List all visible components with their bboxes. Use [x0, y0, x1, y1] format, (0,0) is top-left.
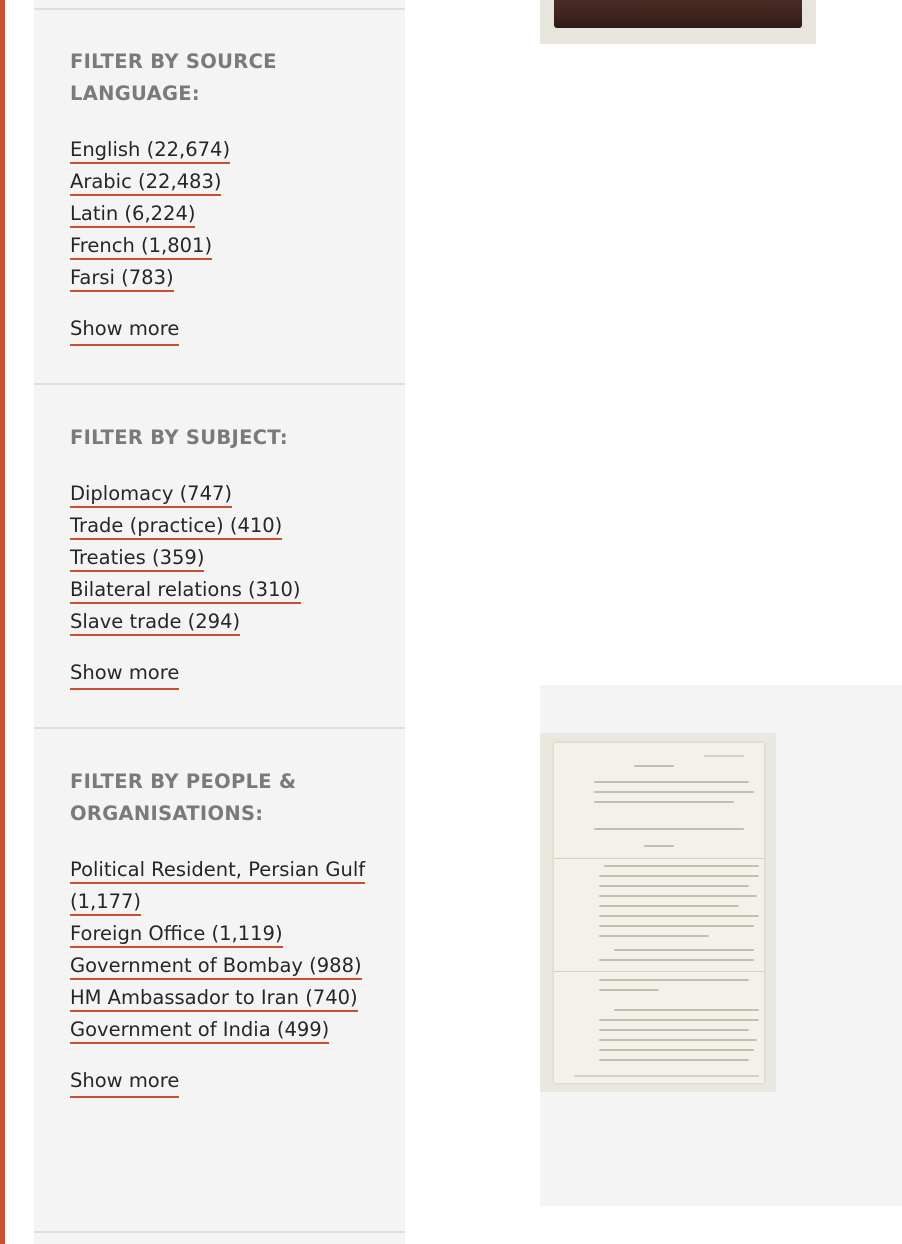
handwriting-line [599, 1039, 757, 1041]
show-more-people-organisations-button[interactable]: Show more [70, 1066, 180, 1098]
filter-list-people-organisations: Political Resident, Persian Gulf (1,177)… [70, 854, 370, 1046]
filter-heading-source-language: FILTER BY SOURCE LANGUAGE: [70, 50, 277, 105]
list-item: Arabic (22,483) [70, 166, 370, 198]
filter-link-treaties[interactable]: Treaties (359) [70, 546, 205, 572]
result-thumbnail-top[interactable] [540, 0, 816, 44]
filter-people-organisations: FILTER BY PEOPLE & ORGANISATIONS: Politi… [70, 766, 370, 1098]
accent-bar [0, 0, 5, 1244]
handwriting-line [594, 801, 734, 803]
filter-link-trade[interactable]: Trade (practice) (410) [70, 514, 283, 540]
handwriting-line [599, 895, 757, 897]
paper-fold-line [554, 971, 764, 972]
list-item: Farsi (783) [70, 262, 370, 294]
list-item: French (1,801) [70, 230, 370, 262]
filter-link-bilateral-relations[interactable]: Bilateral relations (310) [70, 578, 301, 604]
result-card[interactable] [540, 685, 902, 1206]
handwriting-line [599, 1059, 749, 1061]
filter-link-latin[interactable]: Latin (6,224) [70, 202, 196, 228]
list-item: Diplomacy (747) [70, 478, 370, 510]
handwriting-line [614, 949, 754, 951]
list-item: Trade (practice) (410) [70, 510, 370, 542]
list-item: Treaties (359) [70, 542, 370, 574]
show-more-subject-button[interactable]: Show more [70, 658, 180, 690]
handwriting-line [574, 1075, 759, 1077]
handwriting-line [599, 915, 759, 917]
handwriting-line [594, 781, 749, 783]
filter-subject: FILTER BY SUBJECT: Diplomacy (747) Trade… [70, 422, 370, 690]
filter-link-government-of-india[interactable]: Government of India (499) [70, 1018, 330, 1044]
handwriting-line [644, 845, 674, 847]
section-divider [34, 8, 405, 10]
filter-link-slave-trade[interactable]: Slave trade (294) [70, 610, 241, 636]
handwriting-line [604, 865, 759, 867]
handwriting-line [599, 1049, 754, 1051]
filter-link-hm-ambassador-iran[interactable]: HM Ambassador to Iran (740) [70, 986, 358, 1012]
handwriting-line [599, 1029, 749, 1031]
handwriting-line [599, 875, 759, 877]
section-divider [34, 1231, 405, 1233]
manuscript-thumbnail[interactable] [540, 733, 776, 1092]
list-item: Slave trade (294) [70, 606, 370, 638]
filter-source-language: FILTER BY SOURCE LANGUAGE: English (22,6… [70, 46, 370, 346]
filter-link-foreign-office[interactable]: Foreign Office (1,119) [70, 922, 283, 948]
list-item: English (22,674) [70, 134, 370, 166]
filter-link-political-resident[interactable]: Political Resident, Persian Gulf (1,177) [70, 858, 366, 916]
filter-link-french[interactable]: French (1,801) [70, 234, 213, 260]
manuscript-page-image [554, 743, 764, 1083]
handwriting-line [594, 791, 754, 793]
filter-list-source-language: English (22,674) Arabic (22,483) Latin (… [70, 134, 370, 294]
handwriting-line [599, 885, 749, 887]
show-more-source-language-button[interactable]: Show more [70, 314, 180, 346]
filter-heading-people-organisations: FILTER BY PEOPLE & ORGANISATIONS: [70, 770, 297, 825]
section-divider [34, 383, 405, 385]
filter-heading-subject: FILTER BY SUBJECT: [70, 426, 288, 449]
filter-link-arabic[interactable]: Arabic (22,483) [70, 170, 222, 196]
filter-link-english[interactable]: English (22,674) [70, 138, 231, 164]
list-item: Latin (6,224) [70, 198, 370, 230]
filter-link-government-of-bombay[interactable]: Government of Bombay (988) [70, 954, 362, 980]
handwriting-line [599, 959, 754, 961]
list-item: HM Ambassador to Iran (740) [70, 982, 370, 1014]
handwriting-line [614, 1009, 759, 1011]
handwriting-line [599, 935, 709, 937]
handwriting-line [599, 979, 749, 981]
list-item: Bilateral relations (310) [70, 574, 370, 606]
handwriting-line [599, 905, 739, 907]
filter-list-subject: Diplomacy (747) Trade (practice) (410) T… [70, 478, 370, 638]
paper-fold-line [554, 858, 764, 859]
handwriting-line [704, 755, 744, 757]
handwriting-line [594, 828, 744, 830]
list-item: Government of Bombay (988) [70, 950, 370, 982]
bound-volume-image [554, 0, 802, 28]
handwriting-line [599, 989, 659, 991]
handwriting-line [599, 1019, 759, 1021]
filter-link-farsi[interactable]: Farsi (783) [70, 266, 174, 292]
list-item: Foreign Office (1,119) [70, 918, 370, 950]
filter-link-diplomacy[interactable]: Diplomacy (747) [70, 482, 232, 508]
list-item: Political Resident, Persian Gulf (1,177) [70, 854, 370, 918]
search-results-page: FILTER BY SOURCE LANGUAGE: English (22,6… [0, 0, 902, 1244]
handwriting-line [599, 925, 754, 927]
filter-sidebar: FILTER BY SOURCE LANGUAGE: English (22,6… [34, 0, 405, 1244]
handwriting-line [634, 765, 674, 767]
section-divider [34, 727, 405, 729]
list-item: Government of India (499) [70, 1014, 370, 1046]
